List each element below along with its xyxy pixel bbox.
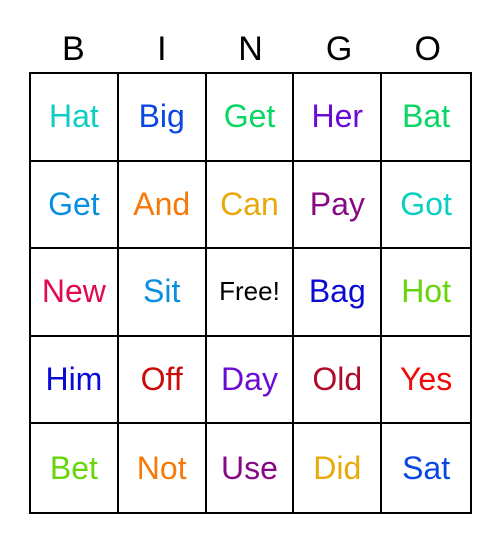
cell-word: Can — [220, 185, 279, 222]
cell-word: Pay — [309, 185, 365, 222]
cell-word: Bet — [49, 449, 98, 486]
bingo-cell-i-3[interactable]: Sit — [118, 249, 207, 337]
cell-word: Got — [400, 185, 452, 222]
bingo-cell-i-2[interactable]: And — [118, 161, 207, 250]
bingo-cell-n-5[interactable]: Use — [207, 424, 295, 512]
bingo-cell-o-2[interactable]: Got — [382, 162, 470, 250]
bingo-cell-i-1[interactable]: Big — [118, 74, 207, 162]
cell-word: Sat — [402, 449, 451, 486]
bingo-cell-o-3[interactable]: Hot — [382, 249, 470, 337]
bingo-board: Hat Big Get Her Bat Get And Can Pay Got New Sit Free… — [29, 72, 472, 514]
bingo-cell-i-5[interactable]: Not — [119, 424, 207, 512]
bingo-header: B I N G O — [29, 28, 472, 70]
cell-word: Day — [221, 361, 278, 398]
cell-word: And — [133, 185, 191, 222]
bingo-cell-b-5[interactable]: Bet — [31, 424, 119, 512]
cell-word: Use — [221, 449, 278, 486]
header-letter-n: N — [238, 30, 263, 68]
header-letter-o: O — [414, 30, 441, 68]
cell-word: Bag — [308, 273, 366, 310]
cell-word: Did — [313, 449, 362, 486]
cell-word: New — [41, 273, 106, 310]
header-letter-b: B — [61, 30, 85, 68]
header-letter-g: G — [325, 30, 353, 68]
bingo-cell-n-1[interactable]: Get — [206, 74, 295, 162]
cell-word: Get — [48, 185, 100, 222]
cell-word: Not — [136, 449, 187, 486]
cell-word: Bat — [402, 98, 451, 135]
cell-word: Her — [311, 98, 364, 135]
cell-word: Old — [312, 361, 363, 398]
cell-word: Hot — [401, 273, 451, 310]
cell-word: Hat — [49, 98, 99, 135]
bingo-cell-b-1[interactable]: Hat — [31, 74, 119, 162]
cell-word: Sit — [143, 273, 181, 310]
cell-word: Big — [138, 98, 185, 135]
cell-word: Off — [140, 361, 183, 398]
bingo-cell-g-4[interactable]: Old — [294, 336, 383, 425]
bingo-cell-i-4[interactable]: Off — [118, 336, 207, 425]
cell-word: Yes — [399, 361, 453, 398]
cell-word: Him — [45, 361, 103, 398]
header-letter-i: I — [157, 30, 167, 68]
bingo-cell-o-1[interactable]: Bat — [382, 74, 470, 162]
bingo-cell-b-3[interactable]: New — [31, 249, 119, 337]
bingo-cell-g-5[interactable]: Did — [294, 424, 383, 512]
bingo-cell-o-4[interactable]: Yes — [382, 337, 470, 425]
free-space-cell[interactable]: Free! — [206, 249, 295, 337]
bingo-cell-g-1[interactable]: Her — [294, 74, 383, 162]
bingo-cell-g-3[interactable]: Bag — [294, 249, 383, 337]
bingo-cell-b-4[interactable]: Him — [31, 336, 119, 425]
cell-word: Get — [223, 98, 276, 135]
bingo-cell-g-2[interactable]: Pay — [294, 161, 383, 250]
bingo-cell-n-2[interactable]: Can — [206, 161, 295, 250]
bingo-cell-n-4[interactable]: Day — [206, 336, 295, 425]
cell-word: Free! — [219, 276, 280, 307]
bingo-cell-o-5[interactable]: Sat — [382, 424, 470, 512]
bingo-cell-b-2[interactable]: Get — [31, 161, 119, 250]
